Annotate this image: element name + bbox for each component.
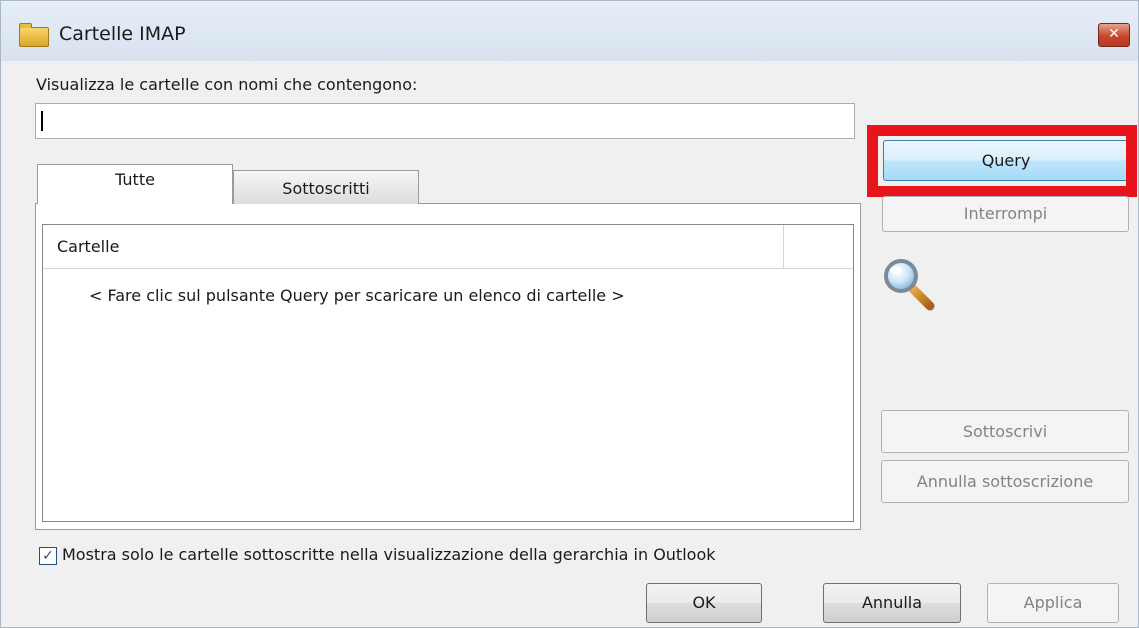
magnifier-icon bbox=[884, 259, 935, 311]
folder-filter-input[interactable] bbox=[35, 103, 855, 139]
list-header: Cartelle bbox=[43, 225, 853, 269]
close-icon: ✕ bbox=[1108, 26, 1120, 42]
query-button[interactable]: Query bbox=[883, 140, 1129, 181]
column-header-folders[interactable]: Cartelle bbox=[57, 237, 119, 256]
filter-label: Visualizza le cartelle con nomi che cont… bbox=[36, 75, 418, 94]
apply-button[interactable]: Applica bbox=[987, 583, 1119, 623]
text-cursor bbox=[41, 111, 43, 131]
folder-icon bbox=[19, 23, 49, 47]
cancel-button[interactable]: Annulla bbox=[823, 583, 961, 623]
tab-all[interactable]: Tutte bbox=[37, 164, 233, 204]
checkmark-icon: ✓ bbox=[42, 548, 54, 564]
unsubscribe-button[interactable]: Annulla sottoscrizione bbox=[881, 460, 1129, 503]
empty-list-message: < Fare clic sul pulsante Query per scari… bbox=[89, 286, 625, 305]
ok-button[interactable]: OK bbox=[646, 583, 762, 623]
stop-button[interactable]: Interrompi bbox=[882, 196, 1129, 232]
window-title: Cartelle IMAP bbox=[59, 23, 186, 45]
close-button[interactable]: ✕ bbox=[1098, 23, 1130, 47]
title-bar: Cartelle IMAP ✕ bbox=[1, 1, 1138, 61]
subscribe-button[interactable]: Sottoscrivi bbox=[881, 410, 1129, 453]
column-divider[interactable] bbox=[783, 225, 784, 268]
tab-subscribed[interactable]: Sottoscritti bbox=[233, 170, 419, 204]
show-subscribed-checkbox[interactable]: ✓ bbox=[39, 547, 57, 565]
show-subscribed-label[interactable]: Mostra solo le cartelle sottoscritte nel… bbox=[62, 545, 716, 564]
folder-list[interactable]: Cartelle < Fare clic sul pulsante Query … bbox=[42, 224, 854, 522]
imap-folders-dialog: Cartelle IMAP ✕ Visualizza le cartelle c… bbox=[0, 0, 1139, 628]
